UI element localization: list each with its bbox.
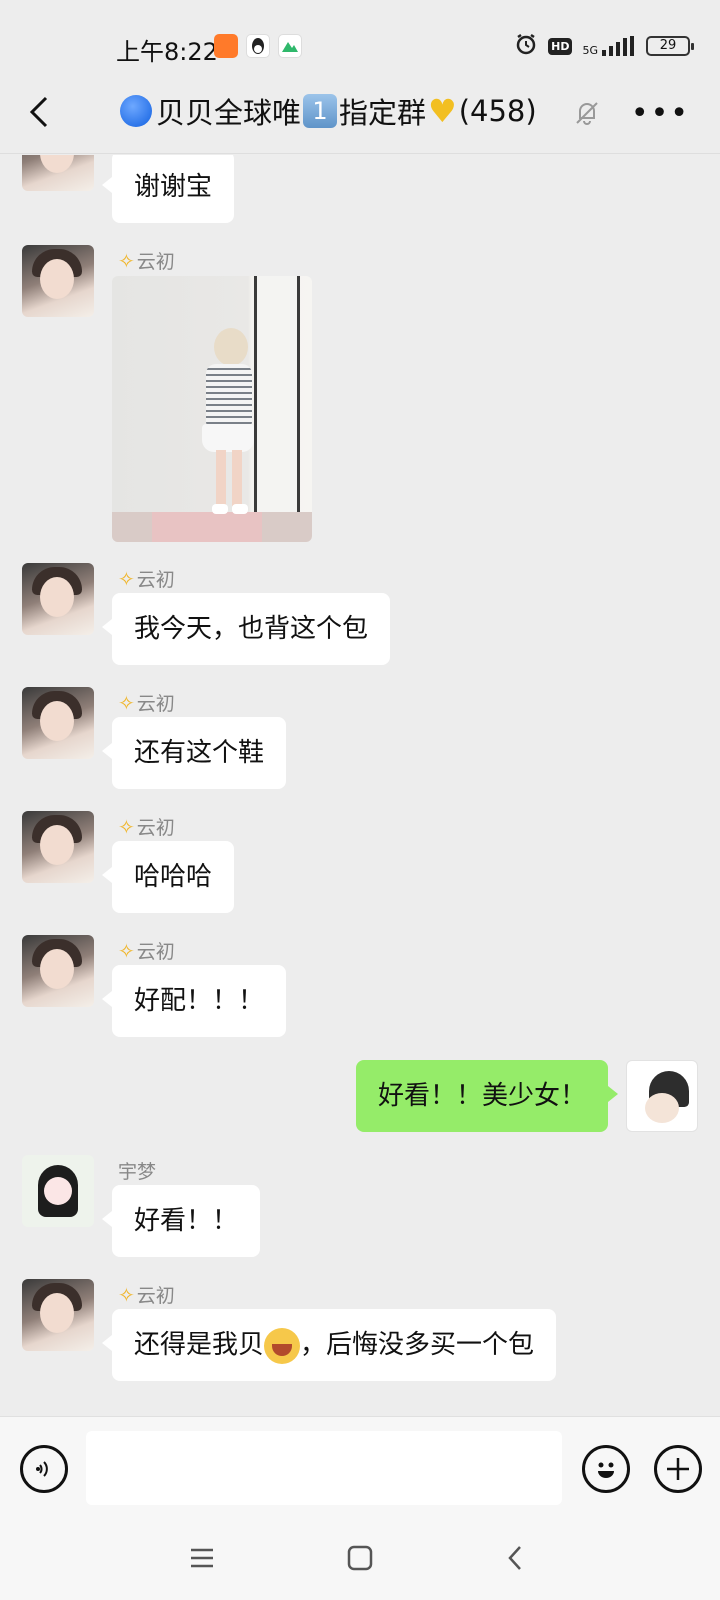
- dizzy-star-emoji-icon: ✧: [118, 566, 135, 591]
- my-message-bubble[interactable]: 好看！！美少女！: [355, 1060, 619, 1132]
- avatar[interactable]: [22, 563, 94, 635]
- avatar[interactable]: [22, 935, 94, 1007]
- dizzy-star-emoji-icon: ✧: [118, 248, 135, 273]
- sender-name: 宇梦: [118, 1161, 157, 1183]
- dizzy-star-emoji-icon: ✧: [118, 1282, 135, 1307]
- avatar[interactable]: [22, 811, 94, 883]
- dizzy-star-emoji-icon: ✧: [118, 690, 135, 715]
- plus-icon[interactable]: [654, 1445, 702, 1493]
- my-avatar[interactable]: [626, 1060, 698, 1132]
- dizzy-star-emoji-icon: ✧: [118, 938, 135, 963]
- status-time: 上午8:22: [116, 38, 218, 66]
- mute-bell-icon: [572, 98, 602, 128]
- maps-app-icon: [278, 34, 302, 58]
- avatar[interactable]: [22, 155, 94, 191]
- avatar[interactable]: [22, 245, 94, 317]
- avatar[interactable]: [22, 687, 94, 759]
- message-bubble[interactable]: 还得是我贝 ，后悔没多买一个包: [101, 1309, 557, 1381]
- sender-name: ✧ 云初: [118, 566, 175, 592]
- home-icon[interactable]: [342, 1544, 378, 1580]
- input-bar: [0, 1416, 720, 1520]
- sender-name: ✧ 云初: [118, 1282, 175, 1308]
- alarm-icon: [514, 32, 538, 60]
- avatar[interactable]: [22, 1279, 94, 1351]
- back-icon[interactable]: [22, 92, 62, 132]
- back-nav-icon[interactable]: [498, 1544, 534, 1580]
- menu-icon[interactable]: [184, 1544, 220, 1580]
- system-nav-bar: [0, 1520, 720, 1600]
- message-bubble[interactable]: 我今天，也背这个包: [101, 593, 391, 665]
- taobao-app-icon: [214, 34, 238, 58]
- message-bubble[interactable]: 好配！！！: [101, 965, 287, 1037]
- image-message[interactable]: [112, 276, 312, 542]
- group-title[interactable]: 贝贝全球唯 1 指定群 ♥ (458): [120, 90, 537, 132]
- message-list[interactable]: 谢谢宝 ✧ 云初 ✧ 云初 我今天，也背这个包 ✧ 云初 还有这个鞋 ✧ 云初 …: [0, 155, 720, 1415]
- message-bubble[interactable]: 还有这个鞋: [101, 717, 287, 789]
- chat-header: 贝贝全球唯 1 指定群 ♥ (458) •••: [0, 74, 720, 154]
- title-text-part2: 指定群: [339, 96, 427, 130]
- yellow-heart-emoji-icon: ♥: [428, 92, 457, 130]
- signal-icon: 5G: [582, 36, 636, 56]
- qq-app-icon: [246, 34, 270, 58]
- title-text-part1: 贝贝全球唯: [156, 96, 302, 130]
- sender-name: ✧ 云初: [118, 690, 175, 716]
- voice-icon[interactable]: [20, 1445, 68, 1493]
- blue-circle-emoji-icon: [120, 95, 152, 127]
- message-bubble[interactable]: 谢谢宝: [101, 155, 235, 223]
- member-count: (458): [458, 94, 537, 128]
- more-icon[interactable]: •••: [631, 99, 690, 129]
- sender-name: ✧ 云初: [118, 248, 175, 274]
- avatar[interactable]: [22, 1155, 94, 1227]
- message-bubble[interactable]: 好看！！: [101, 1185, 261, 1257]
- dizzy-star-emoji-icon: ✧: [118, 814, 135, 839]
- sender-name: ✧ 云初: [118, 938, 175, 964]
- hd-icon: HD: [548, 37, 573, 55]
- network-type: 5G: [582, 44, 598, 57]
- keycap-one-emoji: 1: [303, 94, 338, 128]
- sender-name: ✧ 云初: [118, 814, 175, 840]
- crying-face-emoji-icon: [264, 1327, 301, 1364]
- message-input[interactable]: [86, 1431, 562, 1505]
- emoji-icon[interactable]: [582, 1445, 630, 1493]
- message-bubble[interactable]: 哈哈哈: [101, 841, 235, 913]
- battery-icon: 29: [646, 36, 694, 56]
